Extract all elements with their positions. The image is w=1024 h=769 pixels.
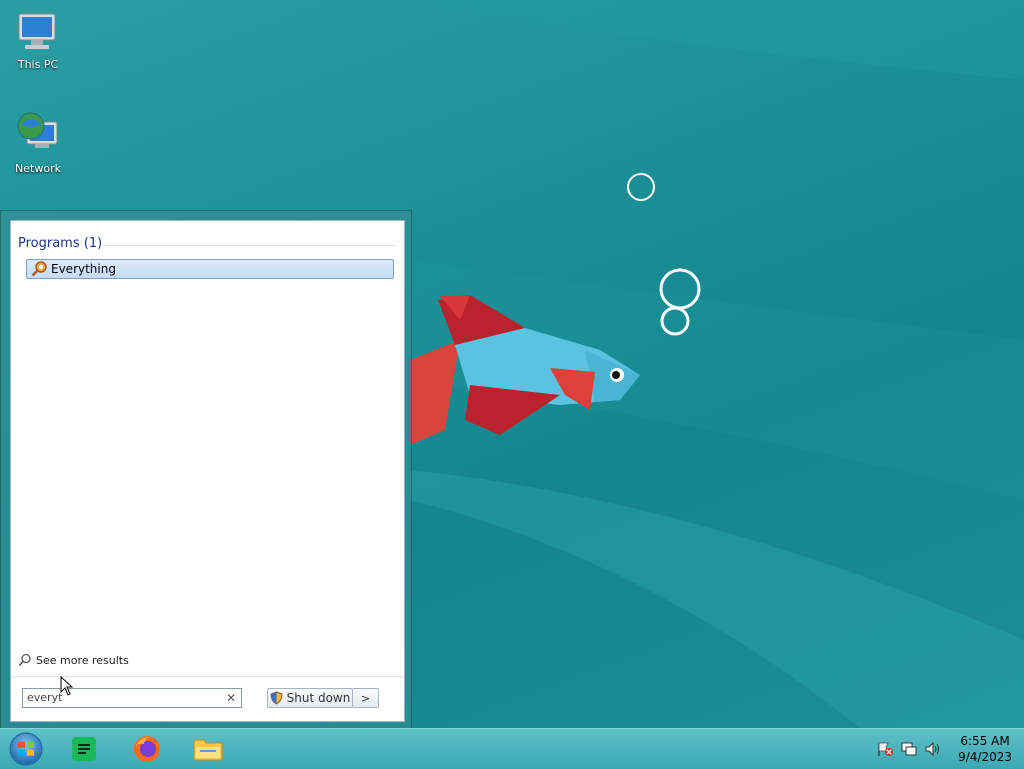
section-divider [102,245,396,246]
windows-start-icon [9,732,43,766]
bubble [660,306,690,336]
search-input-value: everyt [27,691,63,704]
shutdown-button[interactable]: Shut down [267,688,353,708]
bubble [659,268,701,310]
volume-icon[interactable] [924,741,942,757]
see-more-label: See more results [36,653,129,667]
notes-app-icon [72,737,96,761]
betta-fish-graphic [410,295,640,445]
close-icon[interactable]: ✕ [226,689,236,707]
uac-shield-icon [270,691,283,705]
file-explorer-icon [193,739,223,761]
taskbar-notes-app[interactable] [62,733,106,765]
start-menu-results-panel: Programs (1) Everything See more results… [10,220,405,722]
everything-app-icon [31,261,47,277]
section-title: Programs (1) [18,236,103,251]
chevron-right-icon: > [360,691,371,705]
action-center-flag-icon[interactable] [876,741,894,757]
start-button[interactable] [4,731,48,767]
taskbar-file-explorer[interactable] [186,733,230,765]
computer-icon [18,13,56,49]
network-tray-icon[interactable] [900,741,918,757]
bubble [627,173,655,201]
shutdown-label: Shut down [286,691,351,705]
start-search-input[interactable]: everyt ✕ [22,688,242,708]
mouse-cursor-icon [60,676,74,696]
programs-section-header: Programs (1) [18,236,396,252]
search-result-everything[interactable]: Everything [26,259,394,279]
result-label: Everything [51,262,116,276]
network-icon [17,112,58,148]
search-icon [18,653,31,667]
system-tray: 6:55 AM 9/4/2023 [876,729,1012,769]
see-more-results-link[interactable]: See more results [18,653,129,667]
taskbar: 6:55 AM 9/4/2023 [0,728,1024,769]
firefox-icon [134,736,160,762]
desktop-icon-this-pc[interactable]: This PC [3,10,73,71]
shutdown-options-button[interactable]: > [353,688,379,708]
desktop-icon-label: Network [15,162,61,175]
clock-time: 6:55 AM [960,734,1010,748]
taskbar-firefox[interactable] [125,733,169,765]
taskbar-clock[interactable]: 6:55 AM 9/4/2023 [958,733,1012,765]
desktop-icon-network[interactable]: Network [3,110,73,175]
clock-date: 9/4/2023 [958,750,1012,764]
desktop-icon-label: This PC [17,58,59,71]
start-menu: Programs (1) Everything See more results… [0,210,412,730]
